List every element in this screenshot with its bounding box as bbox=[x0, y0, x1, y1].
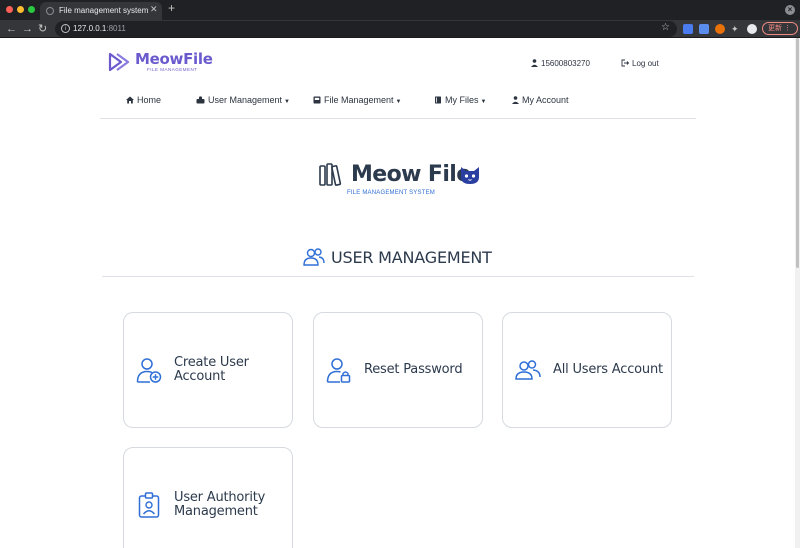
url-text: 127.0.0.1:8011 bbox=[73, 24, 126, 33]
reset-password-card[interactable]: Reset Password bbox=[313, 312, 483, 428]
extension-icon[interactable] bbox=[699, 24, 709, 34]
section-title-text: USER MANAGEMENT bbox=[331, 248, 492, 267]
cat-icon bbox=[461, 167, 479, 184]
back-arrow-icon[interactable]: ← bbox=[6, 22, 17, 36]
nav-file-management-label: File Management bbox=[324, 95, 394, 105]
all-users-label: All Users Account bbox=[553, 362, 663, 377]
reload-icon[interactable]: ↻ bbox=[38, 22, 47, 36]
create-user-card[interactable]: Create User Account bbox=[123, 312, 293, 428]
browser-tab-bar: File management system ✕ + × bbox=[0, 0, 800, 20]
user-lock-icon bbox=[326, 358, 351, 383]
nav-my-account-label: My Account bbox=[522, 95, 569, 105]
url-port: :8011 bbox=[106, 24, 126, 33]
create-user-line1: Create User bbox=[174, 355, 249, 370]
nav-home[interactable]: Home bbox=[126, 95, 161, 105]
address-bar[interactable]: i 127.0.0.1:8011 ☆ bbox=[55, 21, 677, 37]
folder-icon bbox=[313, 96, 321, 104]
id-badge-icon bbox=[138, 492, 160, 518]
current-user: 15600803270 bbox=[531, 59, 590, 68]
section-title: USER MANAGEMENT bbox=[303, 248, 492, 267]
tab-title: File management system bbox=[59, 6, 149, 15]
brand-subtitle: FILE MANAGEMENT SYSTEM bbox=[347, 190, 435, 196]
users-icon bbox=[196, 96, 205, 104]
nav-home-label: Home bbox=[137, 95, 162, 105]
chevron-down-icon: ▼ bbox=[480, 99, 487, 105]
users-icon bbox=[515, 360, 541, 380]
globe-icon bbox=[46, 7, 54, 15]
chevron-down-icon: ▼ bbox=[395, 99, 402, 105]
translate-extension-icon[interactable] bbox=[683, 24, 693, 34]
brand-title: Meow File bbox=[351, 162, 471, 187]
logout-link[interactable]: Log out bbox=[621, 59, 659, 68]
nav-divider bbox=[100, 118, 696, 119]
user-authority-card[interactable]: User Authority Management bbox=[123, 447, 293, 548]
create-user-line2: Account bbox=[174, 369, 226, 384]
all-users-card[interactable]: All Users Account bbox=[502, 312, 672, 428]
nav-file-management[interactable]: File Management ▼ bbox=[313, 95, 402, 105]
new-tab-button[interactable]: + bbox=[168, 2, 175, 14]
puzzle-extensions-icon[interactable]: ✦ bbox=[731, 24, 741, 34]
home-icon bbox=[126, 96, 134, 104]
logout-label: Log out bbox=[632, 59, 659, 68]
reset-password-label: Reset Password bbox=[364, 362, 463, 377]
nav-my-files[interactable]: My Files ▼ bbox=[434, 95, 486, 105]
authority-line2: Management bbox=[174, 504, 258, 519]
page-content: MeowFile FILE MANAGEMENT 15600803270 Log… bbox=[0, 38, 800, 548]
close-window-button[interactable] bbox=[6, 6, 13, 13]
logo-text: MeowFile bbox=[135, 50, 213, 68]
page-scrollbar[interactable] bbox=[795, 38, 800, 548]
bookmark-star-icon[interactable]: ☆ bbox=[661, 22, 670, 33]
maximize-window-button[interactable] bbox=[28, 6, 35, 13]
logout-icon bbox=[621, 59, 630, 67]
scrollbar-thumb[interactable] bbox=[796, 38, 799, 268]
site-logo[interactable]: MeowFile FILE MANAGEMENT bbox=[107, 50, 217, 76]
profile-avatar-icon[interactable] bbox=[747, 24, 757, 34]
chevron-down-icon: ▼ bbox=[284, 99, 290, 105]
browser-toolbar: ← → ↻ i 127.0.0.1:8011 ☆ ✦ 更新 ⋮ bbox=[0, 20, 800, 38]
book-icon bbox=[435, 96, 441, 104]
chrome-menu-icon[interactable]: × bbox=[785, 5, 795, 15]
info-icon[interactable]: i bbox=[61, 24, 70, 33]
browser-tab[interactable]: File management system ✕ bbox=[40, 2, 162, 20]
nav-my-files-label: My Files bbox=[445, 95, 479, 105]
user-icon bbox=[512, 96, 519, 104]
users-icon bbox=[303, 248, 325, 266]
add-user-icon bbox=[136, 358, 162, 383]
url-host: 127.0.0.1 bbox=[73, 24, 107, 33]
nav-user-management[interactable]: User Management ▼ bbox=[196, 95, 290, 105]
logo-subtitle: FILE MANAGEMENT bbox=[147, 67, 198, 72]
user-icon bbox=[531, 59, 538, 67]
update-button[interactable]: 更新 ⋮ bbox=[762, 22, 798, 35]
nav-my-account[interactable]: My Account bbox=[512, 95, 569, 105]
books-icon bbox=[319, 163, 342, 186]
forward-arrow-icon[interactable]: → bbox=[22, 22, 33, 36]
minimize-window-button[interactable] bbox=[17, 6, 24, 13]
update-label: 更新 bbox=[768, 25, 782, 32]
user-authority-label: User Authority Management bbox=[174, 491, 265, 519]
section-divider bbox=[102, 276, 694, 277]
brand-header: Meow File FILE MANAGEMENT SYSTEM bbox=[318, 160, 488, 200]
extension-badge-icon[interactable] bbox=[715, 24, 725, 34]
tab-close-icon[interactable]: ✕ bbox=[150, 5, 158, 14]
logo-play-icon bbox=[108, 52, 130, 72]
create-user-label: Create User Account bbox=[174, 356, 249, 384]
user-id: 15600803270 bbox=[541, 59, 590, 68]
update-menu-icon: ⋮ bbox=[783, 25, 791, 32]
nav-user-management-label: User Management bbox=[208, 95, 283, 105]
authority-line1: User Authority bbox=[174, 490, 266, 505]
